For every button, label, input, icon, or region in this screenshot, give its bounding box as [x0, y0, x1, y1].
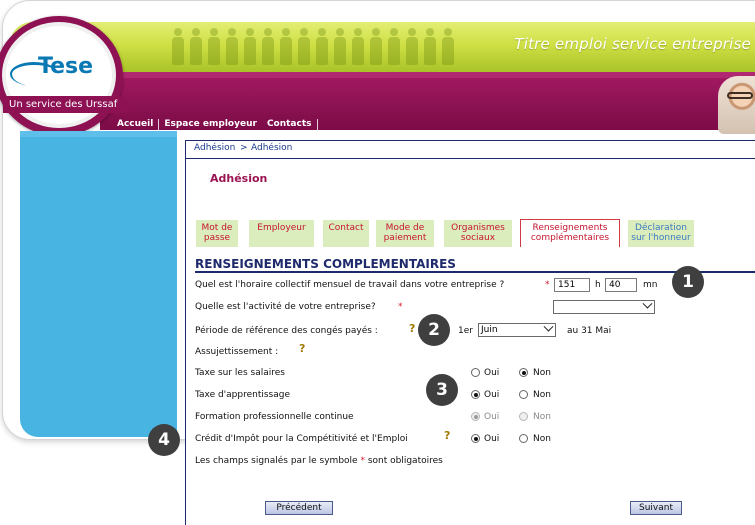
formation-continue-non-label: Non	[533, 412, 551, 422]
required-note-mark: *	[360, 456, 365, 466]
conges-suffix: au 31 Mai	[567, 326, 612, 336]
cice-oui-label: Oui	[484, 434, 500, 444]
conges-month-select[interactable]: Juin	[478, 321, 556, 337]
taxe-apprentissage-non-label: Non	[533, 390, 551, 400]
page-frame: Titre emploi service entreprise Tese Un …	[0, 0, 755, 525]
breadcrumb-current: Adhésion	[251, 143, 293, 153]
help-lightbulb-icon[interactable]: ?	[409, 323, 418, 335]
next-button[interactable]: Suivant	[630, 501, 682, 515]
tab-mot-de-passe[interactable]: Mot de passe	[196, 220, 238, 247]
tab-organismes-sociaux[interactable]: Organismes sociaux	[444, 220, 512, 247]
callout-badge: 1	[672, 266, 704, 298]
product-title: Titre emploi service entreprise	[514, 35, 751, 53]
conges-label: Période de référence des congés payés :	[195, 326, 378, 336]
required-mark: *	[398, 302, 403, 312]
sidebar-top-edge	[20, 131, 177, 137]
minutes-input[interactable]: 40	[605, 278, 637, 292]
formation-continue-label: Formation professionnelle continue	[195, 412, 354, 422]
formation-continue-oui-radio	[471, 412, 480, 421]
formation-continue-non-radio	[519, 412, 528, 421]
taxe-salaires-non-radio[interactable]	[519, 368, 528, 377]
required-mark: *	[545, 280, 550, 290]
tab-contact[interactable]: Contact	[323, 220, 369, 247]
breadcrumb-separator: >	[240, 143, 248, 153]
required-note-after: sont obligatoires	[367, 456, 443, 466]
nav-contacts[interactable]: Contacts	[262, 117, 317, 131]
callout-badge: 2	[418, 314, 450, 346]
conges-prefix: 1er	[458, 326, 473, 336]
cice-label: Crédit d'Impôt pour la Compétitivité et …	[195, 434, 408, 444]
tab-employeur[interactable]: Employeur	[249, 220, 314, 247]
conges-selected-month: Juin	[481, 325, 498, 335]
activite-label: Quelle est l'activité de votre entrepris…	[195, 302, 376, 312]
taxe-salaires-oui-label: Oui	[484, 368, 500, 378]
required-note: Les champs signalés par le symbole * son…	[195, 456, 443, 466]
previous-button[interactable]: Précédent	[265, 501, 333, 515]
sidebar	[20, 131, 177, 437]
help-lightbulb-icon[interactable]: ?	[299, 343, 308, 355]
taxe-apprentissage-non-radio[interactable]	[519, 390, 528, 399]
section-title: RENSEIGNEMENTS COMPLEMENTAIRES	[195, 257, 456, 271]
hours-input[interactable]: 151	[554, 278, 590, 292]
tab-mode-de-paiement[interactable]: Mode de paiement	[376, 220, 434, 247]
taxe-apprentissage-label: Taxe d'apprentissage	[195, 390, 291, 400]
taxe-salaires-non-label: Non	[533, 368, 551, 378]
hours-unit: h	[595, 280, 601, 290]
taxe-apprentissage-oui-label: Oui	[484, 390, 500, 400]
section-divider	[195, 271, 755, 273]
callout-badge: 3	[426, 374, 458, 406]
logo-name: Tese	[38, 54, 94, 79]
help-lightbulb-icon[interactable]: ?	[444, 430, 453, 442]
minutes-unit: mn	[643, 280, 658, 290]
header-person-glasses	[727, 92, 753, 99]
chevron-down-icon	[642, 298, 653, 309]
formation-continue-oui-label: Oui	[484, 412, 500, 422]
required-note-before: Les champs signalés par le symbole	[195, 456, 358, 466]
header-figures-decoration	[170, 24, 510, 70]
nav-espace-employeur[interactable]: Espace employeur	[159, 117, 262, 131]
taxe-apprentissage-oui-radio[interactable]	[471, 390, 480, 399]
top-nav: Accueil Espace employeur Contacts	[112, 117, 318, 131]
cice-non-radio[interactable]	[519, 434, 528, 443]
taxe-salaires-oui-radio[interactable]	[471, 368, 480, 377]
tab-declaration-sur-l-honneur[interactable]: Déclaration sur l'honneur	[628, 220, 694, 247]
activite-select[interactable]	[553, 298, 655, 314]
horaire-label: Quel est l'horaire collectif mensuel de …	[195, 280, 505, 290]
nav-divider	[316, 118, 318, 130]
assujettissement-label: Assujettissement :	[195, 347, 279, 357]
tab-renseignements-complementaires[interactable]: Renseignements complémentaires	[520, 219, 620, 247]
chevron-down-icon	[543, 321, 554, 332]
nav-divider	[158, 118, 160, 130]
breadcrumb-parent[interactable]: Adhésion	[194, 143, 235, 153]
page-title: Adhésion	[210, 172, 268, 185]
callout-badge: 4	[148, 424, 180, 456]
logo-tagline: Un service des Urssaf	[3, 96, 129, 113]
nav-accueil[interactable]: Accueil	[112, 117, 158, 131]
cice-oui-radio[interactable]	[471, 434, 480, 443]
taxe-salaires-label: Taxe sur les salaires	[195, 368, 285, 378]
header-person-image	[718, 76, 755, 134]
cice-non-label: Non	[533, 434, 551, 444]
